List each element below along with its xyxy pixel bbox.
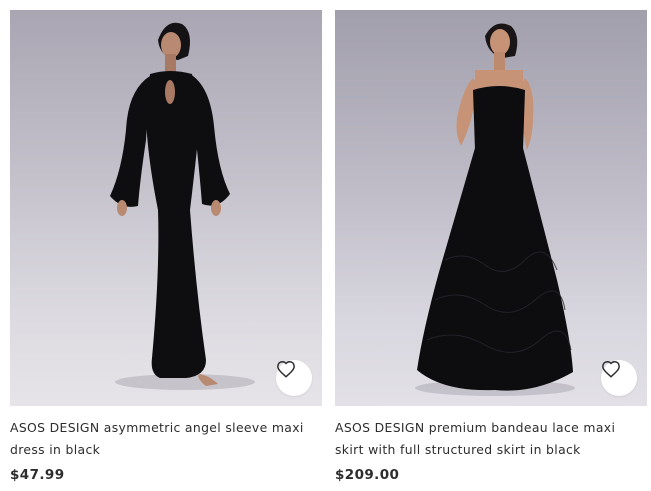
model-illustration — [415, 23, 575, 396]
save-for-later-button[interactable] — [276, 360, 312, 396]
save-for-later-button[interactable] — [601, 360, 637, 396]
product-image[interactable] — [10, 10, 322, 406]
product-card[interactable]: ASOS DESIGN premium bandeau lace maxi sk… — [335, 10, 647, 483]
product-title-link[interactable]: ASOS DESIGN asymmetric angel sleeve maxi… — [10, 417, 322, 461]
model-illustration — [110, 22, 255, 390]
product-card[interactable]: ASOS DESIGN asymmetric angel sleeve maxi… — [10, 10, 322, 483]
product-price: $209.00 — [335, 467, 400, 483]
product-image[interactable] — [335, 10, 647, 406]
product-title-link[interactable]: ASOS DESIGN premium bandeau lace maxi sk… — [335, 417, 647, 461]
product-price: $47.99 — [10, 467, 65, 483]
